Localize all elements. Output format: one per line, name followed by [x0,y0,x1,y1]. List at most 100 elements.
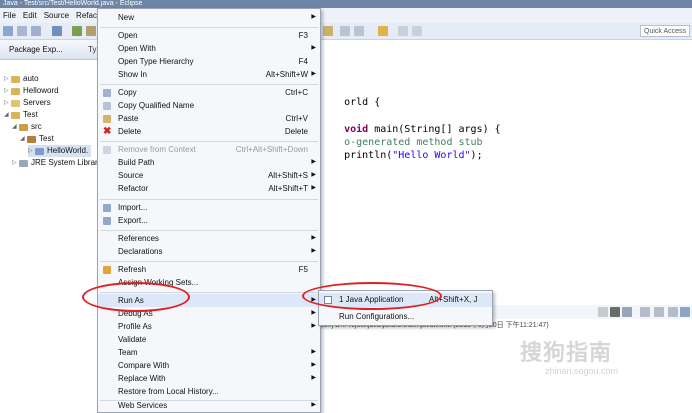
terminal-icon[interactable] [52,26,62,36]
menu-file[interactable]: File [3,11,16,20]
prev-annotation-icon[interactable] [354,26,364,36]
menu-item-shortcut: Alt+Shift+W [265,70,308,79]
menu-edit[interactable]: Edit [23,11,37,20]
menu-item-web-services[interactable]: Web Services ▶ [98,399,320,412]
tree-item-jre[interactable]: ▷ JRE System Library [12,157,102,169]
menu-item-open-with[interactable]: Open With ▶ [98,42,320,55]
menu-separator [100,141,318,142]
menu-item-restore-from-local-history[interactable]: Restore from Local History... [98,385,320,398]
submenu-arrow-icon: ▶ [311,248,316,254]
code-text: orld { [344,97,381,108]
package-explorer-tab-label: Package Exp... [9,45,63,54]
menu-item-team[interactable]: Team ▶ [98,346,320,359]
menu-item-open[interactable]: Open F3 [98,29,320,42]
code-editor[interactable]: orld { void main(String[] args) { o-gene… [320,40,692,300]
submenu-arrow-icon: ▶ [311,402,316,408]
display-console-icon[interactable] [680,307,690,317]
menu-item-label: New [118,13,135,22]
java-file-icon [35,147,44,155]
window-title: Java - Test/src/Test/HelloWorld.java - E… [3,0,143,7]
submenu-arrow-icon: ▶ [311,14,316,20]
type-hierarchy-tab-label[interactable]: Ty [88,40,96,60]
tree-item-src[interactable]: ◢ src [12,121,42,133]
tree-item-label: src [31,122,42,131]
submenu-arrow-icon: ▶ [311,172,316,178]
print-icon[interactable] [31,26,41,36]
tree-item-test-package[interactable]: ◢ Test [20,133,54,145]
package-explorer-tab[interactable]: Package Exp... Ty [0,40,100,60]
menu-item-declarations[interactable]: Declarations ▶ [98,245,320,258]
last-edit-icon[interactable] [412,26,422,36]
menu-item-paste[interactable]: Paste Ctrl+V [98,112,320,125]
search-icon[interactable] [86,26,96,36]
menu-item-label: Compare With [118,361,170,370]
menu-item-refactor[interactable]: Refactor Alt+Shift+T ▶ [98,182,320,195]
run-as-annotation-ellipse [82,282,190,312]
watermark-url: zhinan.sogou.com [545,366,619,376]
menu-item-import[interactable]: Import... [98,201,320,214]
collapse-arrow-icon[interactable]: ◢ [12,121,19,133]
remove-all-icon[interactable] [622,307,632,317]
code-text: ); [470,150,483,161]
expand-arrow-icon[interactable]: ▷ [4,97,11,109]
scroll-lock-icon[interactable] [640,307,650,317]
tree-item-auto[interactable]: ▷ auto [4,73,39,85]
menu-item-shortcut: F5 [298,265,308,274]
folder-icon [11,99,20,107]
debug-icon[interactable] [72,26,82,36]
menu-item-copy-qualified-name[interactable]: Copy Qualified Name [98,99,320,112]
menu-item-refresh[interactable]: Refresh F5 [98,263,320,276]
menu-item-compare-with[interactable]: Compare With ▶ [98,359,320,372]
collapse-arrow-icon[interactable]: ◢ [4,109,11,121]
menu-item-export[interactable]: Export... [98,214,320,227]
quick-access-input[interactable]: Quick Access [640,25,690,37]
menu-item-label: Open With [118,44,156,53]
terminate-icon[interactable] [598,307,608,317]
tree-item-test[interactable]: ◢ Test [4,109,38,121]
code-line: println("Hello World"); [320,139,483,172]
project-folder-icon [11,111,20,119]
back-icon[interactable] [378,26,388,36]
menu-item-new[interactable]: New ▶ [98,11,320,24]
menu-item-shortcut: F4 [298,57,308,66]
menu-item-label: Paste [118,114,139,123]
next-annotation-icon[interactable] [340,26,350,36]
menu-item-references[interactable]: References ▶ [98,232,320,245]
menu-item-replace-with[interactable]: Replace With ▶ [98,372,320,385]
menu-item-validate[interactable]: Validate [98,333,320,346]
collapse-arrow-icon[interactable]: ◢ [20,133,27,145]
menu-item-open-type-hierarchy[interactable]: Open Type Hierarchy F4 [98,55,320,68]
menu-item-delete[interactable]: ✖ Delete Delete [98,125,320,138]
delete-icon: ✖ [103,126,112,137]
menu-item-shortcut: Ctrl+V [285,114,308,123]
package-icon [27,135,36,143]
menu-separator [100,27,318,28]
expand-arrow-icon[interactable]: ▷ [12,157,19,169]
menu-item-profile-as[interactable]: Profile As ▶ [98,320,320,333]
copy-qualified-icon [103,102,111,110]
tree-item-helloworld-java[interactable]: ▷ HelloWorld. [28,145,92,157]
menu-item-build-path[interactable]: Build Path ▶ [98,156,320,169]
tree-item-helloword[interactable]: ▷ Helloword [4,85,59,97]
menu-item-label: Source [118,171,144,180]
menu-item-show-in[interactable]: Show In Alt+Shift+W ▶ [98,68,320,81]
new-icon[interactable] [3,26,13,36]
expand-arrow-icon[interactable]: ▷ [4,73,11,85]
menu-item-source[interactable]: Source Alt+Shift+S ▶ [98,169,320,182]
forward-icon[interactable] [398,26,408,36]
remove-launch-icon[interactable] [610,307,620,317]
word-wrap-icon[interactable] [654,307,664,317]
menu-source[interactable]: Source [44,11,69,20]
save-icon[interactable] [17,26,27,36]
expand-arrow-icon[interactable]: ▷ [4,85,11,97]
open-type-icon[interactable] [323,26,333,36]
menu-item-label: Export... [118,216,148,225]
expand-arrow-icon[interactable]: ▷ [28,145,35,157]
submenu-arrow-icon: ▶ [311,349,316,355]
menu-item-copy[interactable]: Copy Ctrl+C [98,86,320,99]
tree-item-servers[interactable]: ▷ Servers [4,97,51,109]
refresh-icon [103,266,111,274]
pin-console-icon[interactable] [668,307,678,317]
menu-item-run-configurations[interactable]: Run Configurations... [319,310,492,324]
menu-separator [100,230,318,231]
